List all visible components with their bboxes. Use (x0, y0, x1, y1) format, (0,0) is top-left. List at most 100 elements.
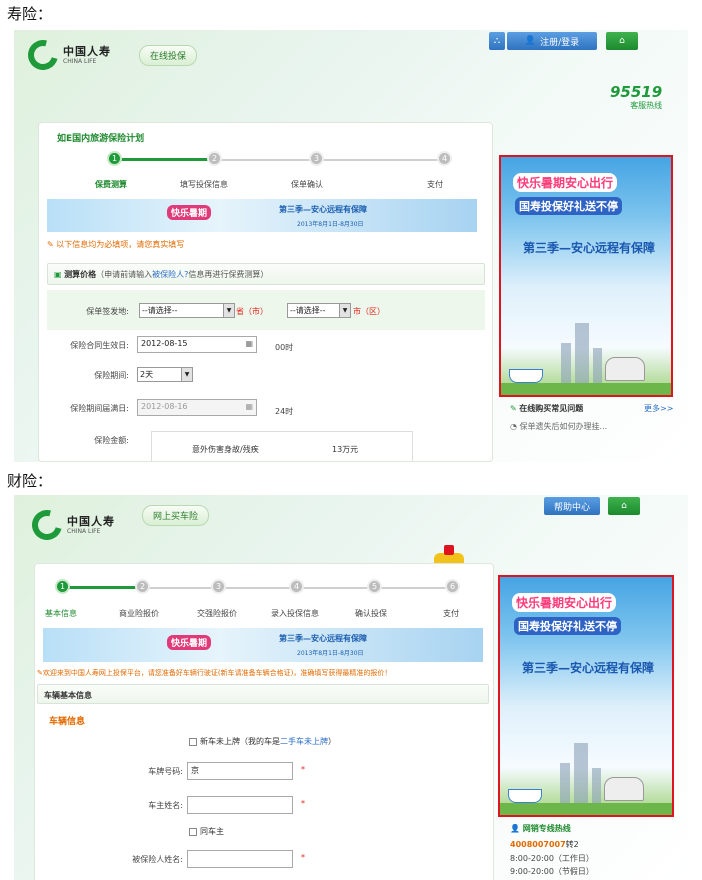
required-warning-text: 以下信息均为必填项，请您真实填写 (56, 240, 185, 249)
ad-line-3: 第三季—安心远程有保障 (523, 241, 656, 255)
calc-price-bar: ▣ 测算价格（申请前请输入被保险人?信息再进行保费测算） (47, 263, 485, 285)
step-label-5: 确认投保 (355, 609, 387, 618)
building-shape (575, 323, 589, 383)
hotline-number-row: 4008007007转2 (510, 839, 579, 850)
calendar-icon[interactable]: ▦ (245, 339, 253, 348)
banner-text-3: 2013年8月1日-8月30日 (297, 650, 364, 657)
step-track-active (114, 158, 214, 161)
step-label-3: 保单确认 (291, 180, 323, 189)
insured-label: 被保险人姓名: (132, 855, 183, 864)
home-icon: ⌂ (619, 36, 625, 46)
vehicle-info-title: 车辆信息 (49, 717, 86, 727)
new-car-suffix: ） (328, 737, 336, 746)
boat-shape (508, 789, 542, 803)
ad-line-2: 国寿投保好礼送不停 (515, 197, 622, 215)
dropdown-arrow-icon: ▼ (339, 304, 350, 317)
insured-input[interactable] (187, 850, 293, 868)
hotline-header: 👤 网销专线热线 (510, 823, 571, 834)
province-unit: 省（市） (236, 307, 268, 316)
ground-shape (501, 383, 671, 395)
insured-person-link[interactable]: 被保险人 (152, 270, 184, 279)
faq-item[interactable]: ◔ 保单遗失后如何办理挂... (510, 421, 607, 432)
end-date-value: 2012-08-16 (141, 402, 188, 411)
hotline-number: 4008007007 (510, 840, 566, 849)
city-select[interactable]: --请选择-- ▼ (287, 303, 351, 318)
help-center-button[interactable]: 帮助中心 (544, 497, 600, 515)
period-label: 保险期间: (94, 371, 129, 380)
building-shape (561, 343, 571, 383)
amount-value: 13万元 (332, 445, 359, 454)
step-dot-2: 2 (207, 151, 222, 166)
banner-text-1: 快乐暑期 (167, 205, 212, 220)
promo-banner[interactable]: 快乐暑期 第三季—安心远程有保障 2013年8月1日-8月30日 (43, 628, 483, 662)
dropdown-arrow-icon: ▼ (181, 368, 192, 381)
step-label-6: 支付 (443, 609, 459, 618)
hotline: 95519 客服热线 (610, 85, 662, 111)
summer-promo-ad[interactable]: 快乐暑期安心出行 国寿投保好礼送不停 第三季—安心远程有保障 (499, 155, 673, 397)
checkbox-icon[interactable] (189, 737, 197, 746)
required-star: * (301, 799, 305, 808)
china-life-logo[interactable]: 中国人寿 CHINA LIFE (22, 34, 111, 76)
period-select[interactable]: 2天 ▼ (137, 367, 193, 382)
vehicle-basic-header: 车辆基本信息 (37, 684, 489, 704)
required-warning: ✎ 以下信息均为必填项，请您真实填写 (47, 239, 184, 250)
step-dot-3: 3 (309, 151, 324, 166)
building-shape (574, 743, 588, 803)
ad-line-3: 第三季—安心远程有保障 (522, 661, 655, 675)
same-owner-label: 同车主 (200, 827, 224, 836)
building-shape (592, 768, 601, 803)
step-dot-2: 2 (135, 579, 150, 594)
sitemap-icon[interactable]: ⛬ (489, 32, 505, 50)
life-insurance-screenshot: 中国人寿 CHINA LIFE 在线投保 ⛬ 👤 注册/登录 ⌂ 95519 客服… (14, 30, 688, 462)
register-login-label: 注册/登录 (540, 37, 580, 48)
required-star: * (301, 765, 305, 774)
calendar-icon: ▦ (245, 402, 253, 411)
hotline-ext: 转2 (565, 840, 579, 849)
section-heading-property: 财险： (7, 472, 53, 490)
home-button[interactable]: ⌂ (608, 497, 640, 515)
used-car-link[interactable]: 二手车未上牌 (280, 737, 328, 746)
faq-more-link[interactable]: 更多>> (644, 403, 673, 414)
summer-promo-ad[interactable]: 快乐暑期安心出行 国寿投保好礼送不停 第三季—安心远程有保障 (498, 575, 674, 817)
amount-item: 意外伤害身故/残疾 (192, 445, 259, 454)
start-date-input[interactable]: 2012-08-15 ▦ (137, 336, 257, 353)
building-shape (560, 763, 570, 803)
owner-input[interactable] (187, 796, 293, 814)
train-shape (605, 357, 645, 381)
end-date-input: 2012-08-16 ▦ (137, 399, 257, 416)
end-time: 24时 (275, 407, 294, 416)
home-button[interactable]: ⌂ (606, 32, 638, 50)
city-unit: 市（区） (353, 307, 385, 316)
step-dot-6: 6 (445, 579, 460, 594)
step-label-1: 保费测算 (95, 180, 127, 189)
province-select-value: --请选择-- (142, 306, 178, 315)
checkbox-icon[interactable] (189, 827, 197, 836)
new-car-checkbox[interactable]: 新车未上牌（我的车是二手车未上牌） (189, 736, 336, 747)
logo-text-en: CHINA LIFE (67, 527, 101, 535)
promo-banner[interactable]: 快乐暑期 第三季—安心远程有保障 2013年8月1日-8月30日 (47, 199, 477, 232)
user-icon: 👤 (510, 824, 523, 833)
step-label-4: 支付 (427, 180, 443, 189)
province-select[interactable]: --请选择-- ▼ (139, 303, 235, 318)
china-life-logo[interactable]: 中国人寿 CHINA LIFE (26, 504, 115, 546)
same-owner-checkbox[interactable]: 同车主 (189, 826, 224, 837)
plate-input[interactable]: 京 (187, 762, 293, 780)
faq-header: ✎ 在线购买常见问题 (510, 403, 583, 414)
step-dot-1: 1 (107, 151, 122, 166)
car-insurance-screenshot: 中国人寿 CHINA LIFE 网上买车险 帮助中心 ⌂ 1 2 3 4 5 6… (14, 495, 688, 880)
step-dot-4: 4 (437, 151, 452, 166)
banner-text-2: 第三季—安心远程有保障 (279, 634, 367, 643)
logo-text-cn: 中国人寿 (63, 44, 111, 58)
buy-car-insurance-tab[interactable]: 网上买车险 (142, 505, 210, 526)
register-login-button[interactable]: 👤 注册/登录 (507, 32, 597, 50)
pencil-icon: ✎ (510, 404, 520, 413)
owner-label: 车主姓名: (148, 801, 183, 810)
calc-note-post: 信息再进行保费测算） (188, 270, 269, 279)
step-label-2: 商业险报价 (119, 609, 159, 618)
plan-title: 如E国内旅游保险计划 (57, 134, 145, 144)
city-select-value: --请选择-- (290, 306, 326, 315)
online-insure-tab[interactable]: 在线投保 (139, 45, 198, 66)
step-label-4: 录入投保信息 (271, 609, 319, 618)
section-heading-life: 寿险： (7, 5, 53, 23)
welcome-warning-text: 欢迎来到中国人寿网上投保平台，请您准备好车辆行驶证(新车请准备车辆合格证)，准确… (42, 669, 392, 677)
